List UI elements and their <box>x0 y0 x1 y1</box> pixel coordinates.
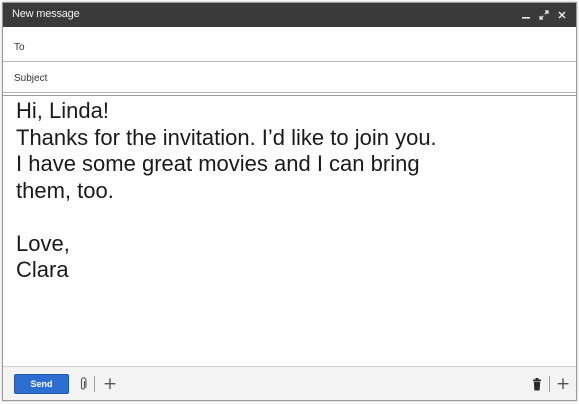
send-button[interactable]: Send <box>14 374 69 394</box>
toolbar-divider <box>94 376 95 392</box>
title-bar: New message <box>3 3 576 27</box>
subject-row: Subject <box>3 63 576 93</box>
message-line: Hi, Linda! <box>16 98 109 123</box>
to-label: To <box>14 42 25 53</box>
subject-field[interactable] <box>53 68 568 88</box>
message-line <box>16 204 568 231</box>
trash-icon[interactable] <box>531 375 543 393</box>
message-line: Thanks for the invitation. I’d like to j… <box>16 124 437 150</box>
to-row: To <box>3 32 576 62</box>
message-body[interactable]: Hi, Linda! Thanks for the invitation. I’… <box>3 95 576 367</box>
insert-more-button[interactable]: + <box>103 375 117 393</box>
message-line: them, too. <box>16 177 114 203</box>
compose-window: New message To Subject Hi, Linda! Thanks… <box>2 2 577 401</box>
minimize-icon[interactable] <box>520 8 532 22</box>
to-field[interactable] <box>53 37 568 57</box>
message-line: Love, <box>16 230 70 256</box>
message-line: I have some great movies and I can bring <box>16 151 420 176</box>
subject-label: Subject <box>14 73 48 84</box>
paperclip-icon[interactable] <box>77 375 89 393</box>
message-line: Clara <box>16 257 69 282</box>
compose-toolbar: Send + + <box>3 366 576 400</box>
window-title: New message <box>12 8 80 20</box>
close-icon[interactable] <box>556 8 568 22</box>
toolbar-divider <box>549 376 550 392</box>
window-controls <box>520 6 568 24</box>
expand-icon[interactable] <box>538 8 550 22</box>
more-options-button[interactable]: + <box>556 375 570 393</box>
message-text: Hi, Linda! Thanks for the invitation. I’… <box>16 98 568 284</box>
